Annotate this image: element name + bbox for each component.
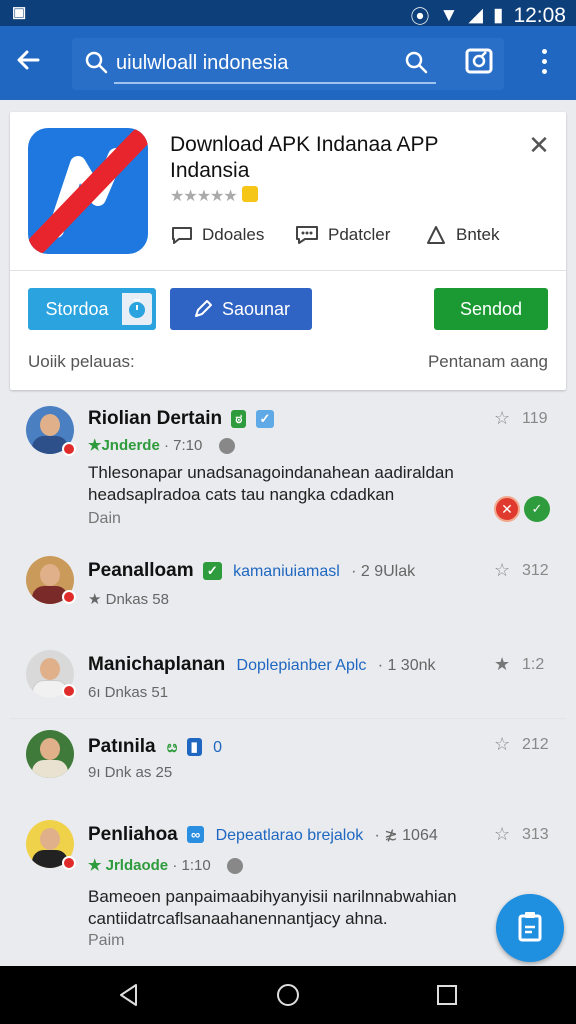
like-count: 119 <box>522 410 548 427</box>
app-title: Download APK Indanaa APP Indansia <box>170 133 439 182</box>
footer-left-text: Uoiik pelauas: <box>28 352 135 371</box>
review-meta: ★ Dnkas 58 <box>88 591 169 608</box>
reviewer-tag: Depeatlarao brejalok <box>215 827 364 844</box>
search-icon <box>84 50 110 81</box>
like-count: 313 <box>522 826 549 843</box>
comment-icon <box>296 226 318 244</box>
reviewer-tag-meta: · 2 9Ulak <box>351 563 416 580</box>
app-bar: uiulwloall indonesia <box>0 26 576 100</box>
wifi-icon: ▼ <box>439 4 459 26</box>
system-nav-bar <box>0 966 576 1024</box>
star-filled-icon[interactable]: ★ <box>494 654 510 675</box>
app-actions: Ddoales Pdatcler Bntek <box>170 224 560 254</box>
action-pdatcler[interactable]: Pdatcler <box>294 224 390 246</box>
like-count: 1:2 <box>522 656 545 673</box>
chat-bubble-icon <box>172 227 192 244</box>
action-bntek[interactable]: Bntek <box>424 224 499 246</box>
review-meta: 9ı Dnk as 25 <box>88 764 173 781</box>
timer-icon <box>122 293 152 325</box>
nav-home-icon[interactable] <box>275 982 301 1008</box>
search-submit-icon[interactable] <box>404 50 430 81</box>
action-label: Bntek <box>456 225 500 244</box>
action-label: Ddoales <box>202 225 265 244</box>
review-meta: 6ı Dnkas 51 <box>88 684 169 701</box>
review-meta: ★ Jrldaode · 1:10 <box>88 856 243 875</box>
star-outline-icon[interactable]: ☆ <box>494 824 510 845</box>
floating-action-button[interactable] <box>496 894 564 962</box>
reviewer-name[interactable]: Riolian Dertain ಠ ✓ <box>88 408 275 430</box>
like-count: 212 <box>522 736 549 753</box>
level-badge: ಠ <box>231 409 247 428</box>
reviewer-tag-meta: · 1 30nk <box>377 657 436 674</box>
overflow-menu-icon[interactable] <box>534 46 554 80</box>
nav-back-icon[interactable] <box>116 982 142 1008</box>
star-outline-icon[interactable]: ☆ <box>494 408 510 429</box>
reviewer-name[interactable]: Patınila ೞ ▮ 0 <box>88 736 222 758</box>
emoji-icon <box>242 186 258 202</box>
review-meta: ★Jnderde · 7:10 <box>88 436 235 455</box>
share-icon <box>427 226 445 244</box>
footer-right-link[interactable]: Pentanam aang <box>428 352 548 372</box>
search-input[interactable]: uiulwloall indonesia <box>116 52 288 75</box>
bookmark-icon: ▮ <box>186 737 202 756</box>
search-bar[interactable]: uiulwloall indonesia <box>72 38 504 90</box>
review-footer: Dain <box>88 510 121 527</box>
like-count: 312 <box>522 562 549 579</box>
app-detail-card: Download APK Indanaa APP Indansia ✕ ★★★★… <box>10 112 566 390</box>
star-outline-icon[interactable]: ☆ <box>494 560 510 581</box>
clock-icon <box>226 858 243 875</box>
avatar[interactable] <box>26 730 74 778</box>
review-footer: Paim <box>88 932 125 949</box>
screen-capture-icon[interactable] <box>464 46 500 82</box>
action-label: Pdatcler <box>328 225 391 244</box>
dislike-icon[interactable]: ✕ <box>494 496 520 522</box>
vibrate-icon: ⦿ <box>410 7 430 28</box>
reviewer-tag: kamaniuiamasl <box>233 563 340 580</box>
reviewer-name[interactable]: Peanalloam ✓ kamaniuiamasl · 2 9Ulak <box>88 560 415 582</box>
reviewer-name[interactable]: Manichaplanan Doplepianber Aplc · 1 30nk <box>88 654 436 676</box>
stordoa-button[interactable]: Stordoa <box>28 288 156 330</box>
reviewer-tag-meta: · ≵ 1064 <box>374 827 438 844</box>
verified-icon: ✓ <box>202 561 222 580</box>
like-icon[interactable]: ✓ <box>524 496 550 522</box>
review-text: Bameoen panpaimaabihyanyisii narilnnabwa… <box>88 887 457 928</box>
action-ddoales[interactable]: Ddoales <box>170 224 264 246</box>
signal-icon: ◢ <box>468 5 483 26</box>
app-logo-icon[interactable] <box>28 128 148 254</box>
status-bar: ▣ ⦿ ▼ ◢ ▮ 12:08 <box>0 0 576 28</box>
level-badge-icon: ∞ <box>187 826 205 844</box>
star-outline-icon[interactable]: ☆ <box>494 734 510 755</box>
review-row: Patınila ೞ ▮ 0 9ı Dnk as 25 ☆ 212 <box>10 720 566 800</box>
battery-icon: ▮ <box>492 5 504 26</box>
install-button[interactable]: Sendod <box>434 288 548 330</box>
review-text: Thlesonapar unadsanagoindanahean aadiral… <box>88 463 454 504</box>
saounar-button[interactable]: Saounar <box>170 288 312 330</box>
clock-icon <box>218 438 235 455</box>
close-icon[interactable]: ✕ <box>524 130 554 160</box>
reviewer-name[interactable]: Penliahoa ∞ Depeatlarao brejalok · ≵ 106… <box>88 824 438 846</box>
notification-icon: ▣ <box>12 4 27 21</box>
rating-stars: ★★★★★ <box>170 188 238 205</box>
edit-icon <box>194 300 212 317</box>
status-time: 12:08 <box>513 3 566 27</box>
verified-icon: ✓ <box>255 409 275 428</box>
reviewer-tag: 0 <box>213 739 222 756</box>
tag-icon: ೞ <box>166 739 178 756</box>
review-row: Manichaplanan Doplepianber Aplc · 1 30nk… <box>10 638 566 718</box>
clipboard-icon <box>518 912 542 942</box>
reviewer-tag: Doplepianber Aplc <box>236 657 367 674</box>
nav-recents-icon[interactable] <box>434 982 460 1008</box>
back-arrow-icon[interactable] <box>14 46 54 78</box>
